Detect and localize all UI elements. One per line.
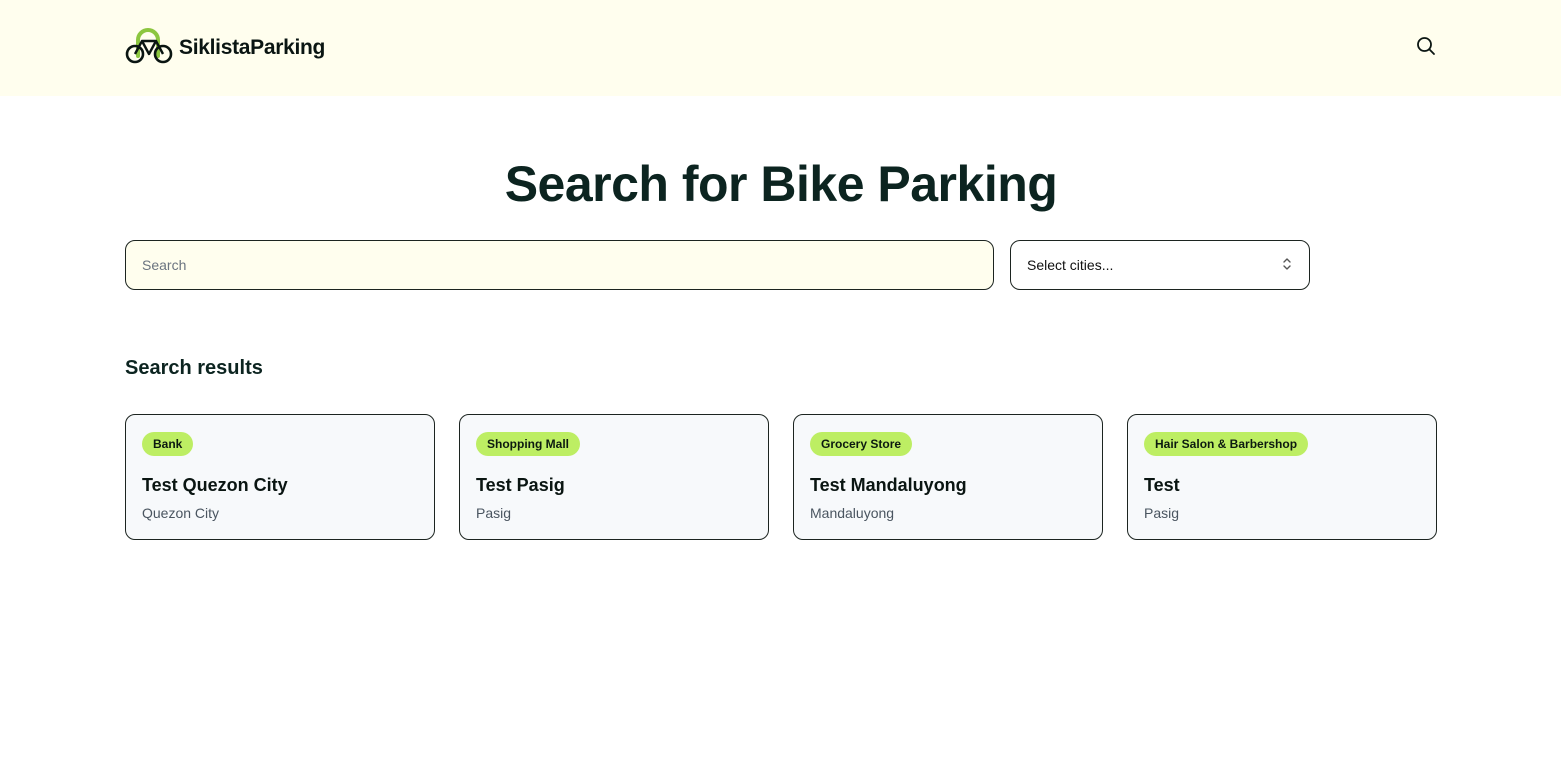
category-badge: Grocery Store bbox=[810, 432, 913, 456]
city-select[interactable]: Select cities... bbox=[1010, 240, 1310, 290]
site-header: SiklistaParking bbox=[0, 0, 1561, 96]
result-title: Test Pasig bbox=[476, 475, 565, 495]
main-content: Search for Bike Parking Select cities...… bbox=[0, 156, 1561, 540]
page-title: Search for Bike Parking bbox=[504, 156, 1058, 212]
result-card[interactable]: Bank Test Quezon City Quezon City bbox=[125, 414, 435, 540]
search-icon bbox=[1416, 36, 1436, 61]
result-city: Pasig bbox=[476, 505, 512, 521]
brand-link[interactable]: SiklistaParking bbox=[125, 27, 326, 69]
bicycle-logo-icon bbox=[125, 27, 173, 69]
results-list: Bank Test Quezon City Quezon City Shoppi… bbox=[125, 414, 1437, 540]
category-badge: Shopping Mall bbox=[476, 432, 580, 456]
result-title: Test Mandaluyong bbox=[810, 475, 967, 495]
brand-name: SiklistaParking bbox=[179, 36, 326, 59]
category-badge: Bank bbox=[142, 432, 194, 456]
search-input[interactable] bbox=[125, 240, 994, 290]
result-city: Mandaluyong bbox=[810, 505, 895, 521]
result-card[interactable]: Grocery Store Test Mandaluyong Mandaluyo… bbox=[793, 414, 1103, 540]
result-card[interactable]: Shopping Mall Test Pasig Pasig bbox=[459, 414, 769, 540]
result-city: Pasig bbox=[1144, 505, 1180, 521]
results-heading: Search results bbox=[125, 357, 263, 379]
category-badge: Hair Salon & Barbershop bbox=[1144, 432, 1309, 456]
city-select-label: Select cities... bbox=[1027, 257, 1114, 273]
chevron-up-down-icon bbox=[1281, 256, 1293, 275]
header-search-button[interactable] bbox=[1415, 36, 1437, 61]
result-city: Quezon City bbox=[142, 505, 220, 521]
result-title: Test Quezon City bbox=[142, 475, 288, 495]
search-filters: Select cities... bbox=[125, 240, 1437, 290]
result-title: Test bbox=[1144, 475, 1180, 495]
result-card[interactable]: Hair Salon & Barbershop Test Pasig bbox=[1127, 414, 1437, 540]
